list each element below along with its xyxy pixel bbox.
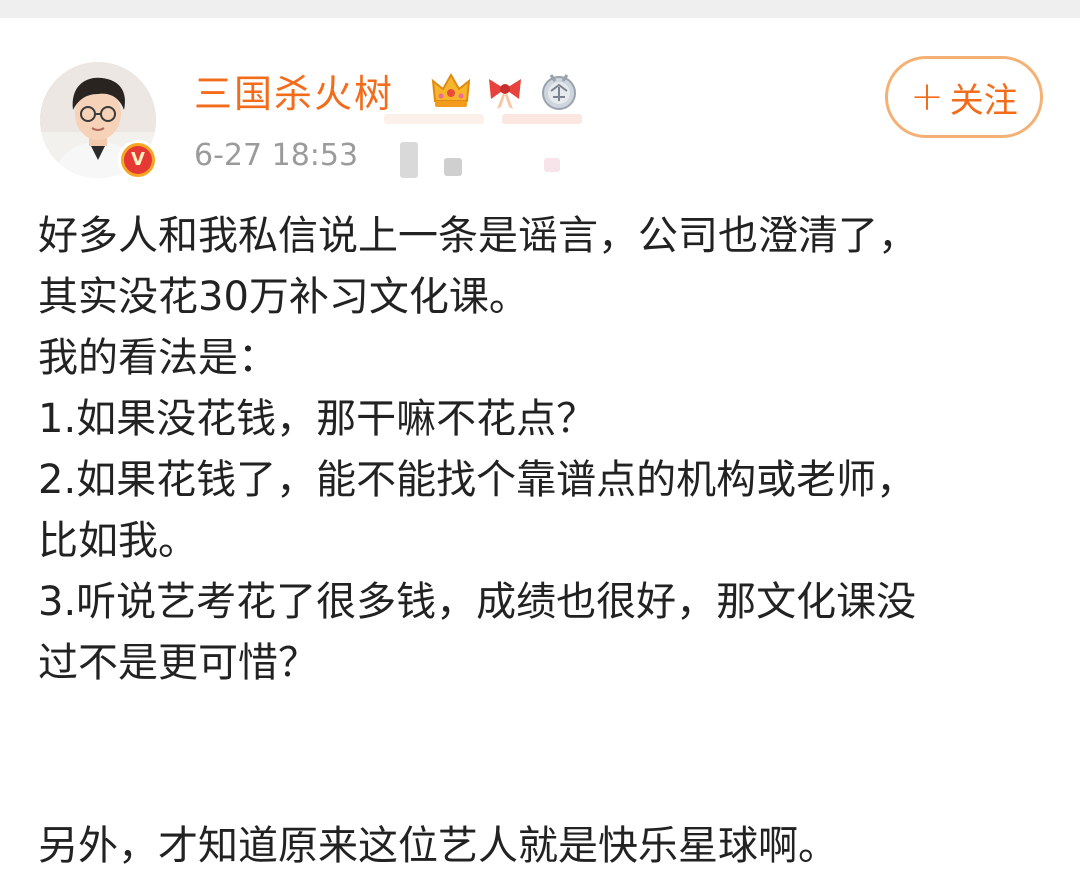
post-text-line: 过不是更可惜？ bbox=[38, 640, 318, 686]
bow-icon[interactable] bbox=[482, 68, 528, 114]
post-text-line: 我的看法是： bbox=[38, 335, 278, 381]
follow-label: 关注 bbox=[949, 80, 1018, 121]
verified-badge-icon: V bbox=[118, 140, 158, 180]
post-text-line: 另外，才知道原来这位艺人就是快乐星球啊。 bbox=[38, 823, 838, 869]
top-separator bbox=[0, 0, 1080, 18]
follow-button[interactable]: + 关注 bbox=[885, 56, 1043, 138]
post-text-line: 3.听说艺考花了很多钱，成绩也很好，那文化课没 bbox=[38, 579, 917, 625]
redacted-mark bbox=[384, 114, 484, 124]
verified-mark: V bbox=[124, 146, 152, 174]
post-timestamp: 6-27 18:53 bbox=[194, 138, 359, 173]
plus-icon: + bbox=[910, 74, 944, 120]
medal-icon[interactable] bbox=[536, 68, 582, 114]
author-name[interactable]: 三国杀火树 bbox=[194, 68, 394, 120]
redacted-mark bbox=[400, 142, 418, 178]
post-text-line: 好多人和我私信说上一条是谣言，公司也澄清了， bbox=[38, 213, 918, 259]
post-text-line: 其实没花30万补习文化课。 bbox=[38, 274, 529, 320]
post-card: V 三国杀火树 6-27 18:53 + 关注 好多人和我私信说上一条是谣言，公… bbox=[0, 18, 1080, 869]
post-text: 好多人和我私信说上一条是谣言，公司也澄清了， 其实没花30万补习文化课。 我的看… bbox=[38, 206, 1048, 877]
post-text-line: 比如我。 bbox=[38, 518, 198, 564]
crown-icon[interactable] bbox=[428, 68, 474, 114]
post-text-blank-line bbox=[38, 694, 1048, 816]
post-text-line: 1.如果没花钱，那干嘛不花点？ bbox=[38, 396, 597, 442]
redacted-mark bbox=[502, 114, 582, 124]
author-badges bbox=[428, 66, 582, 116]
post-text-line: 2.如果花钱了，能不能找个靠谱点的机构或老师， bbox=[38, 457, 917, 503]
redacted-mark bbox=[444, 158, 462, 176]
redacted-mark bbox=[544, 158, 560, 172]
